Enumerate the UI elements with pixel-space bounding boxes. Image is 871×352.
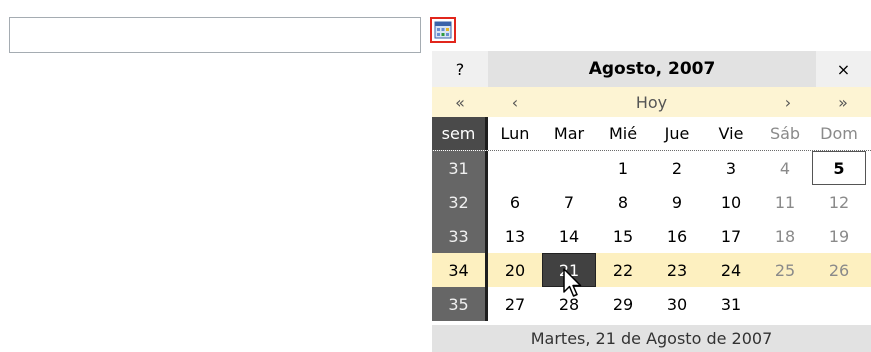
day-cell[interactable]: 19: [812, 219, 866, 253]
help-button[interactable]: ?: [432, 51, 488, 87]
day-cell[interactable]: 10: [704, 185, 758, 219]
day-cell[interactable]: 6: [488, 185, 542, 219]
week-row: 32 6 7 8 9 10 11 12: [432, 185, 871, 219]
week-column-header: sem: [432, 117, 488, 150]
day-name: Mar: [553, 124, 585, 143]
day-name: Dom: [820, 124, 858, 143]
day-cell[interactable]: 5: [812, 151, 866, 185]
day-cell[interactable]: 18: [758, 219, 812, 253]
close-button[interactable]: ×: [816, 51, 871, 87]
calendar-title: Agosto, 2007: [488, 51, 816, 87]
calendar-popup: ? Agosto, 2007 × « ‹ Hoy › » sem Lun Mar…: [432, 49, 871, 352]
day-cell[interactable]: 11: [758, 185, 812, 219]
day-cell[interactable]: 31: [704, 287, 758, 321]
day-cell[interactable]: 13: [488, 219, 542, 253]
day-cell[interactable]: 2: [650, 151, 704, 185]
day-cell[interactable]: 28: [542, 287, 596, 321]
week-row: 33 13 14 15 16 17 18 19: [432, 219, 871, 253]
day-cell[interactable]: 21: [542, 253, 596, 287]
calendar-trigger-button[interactable]: [430, 17, 456, 43]
date-input[interactable]: [9, 17, 421, 53]
day-cell[interactable]: 22: [596, 253, 650, 287]
day-name: Mié: [608, 124, 638, 143]
day-name: Sáb: [769, 124, 801, 143]
day-name: Lun: [500, 124, 530, 143]
day-cell[interactable]: 9: [650, 185, 704, 219]
week-row: 34 20 21 22 23 24 25 26: [432, 253, 871, 287]
day-cell[interactable]: 26: [812, 253, 866, 287]
day-cell[interactable]: 7: [542, 185, 596, 219]
day-cell[interactable]: 27: [488, 287, 542, 321]
empty-day-cell: [758, 287, 812, 321]
day-cell[interactable]: 8: [596, 185, 650, 219]
calendar-icon: [434, 21, 452, 39]
next-year-button[interactable]: »: [815, 87, 871, 117]
week-number: 32: [432, 185, 488, 219]
day-cell[interactable]: 1: [596, 151, 650, 185]
day-cell[interactable]: 20: [488, 253, 542, 287]
calendar-nav-bar: « ‹ Hoy › »: [432, 87, 871, 117]
day-cell[interactable]: 12: [812, 185, 866, 219]
day-cell[interactable]: 16: [650, 219, 704, 253]
day-cell[interactable]: 29: [596, 287, 650, 321]
calendar-title-bar: ? Agosto, 2007 ×: [432, 51, 871, 87]
day-cell[interactable]: 17: [704, 219, 758, 253]
empty-day-cell: [812, 287, 866, 321]
day-cell[interactable]: 25: [758, 253, 812, 287]
prev-year-button[interactable]: «: [432, 87, 488, 117]
day-cell[interactable]: 14: [542, 219, 596, 253]
day-cell[interactable]: 15: [596, 219, 650, 253]
week-row: 35 27 28 29 30 31: [432, 287, 871, 321]
empty-day-cell: [488, 151, 542, 185]
day-cell[interactable]: 4: [758, 151, 812, 185]
week-number: 35: [432, 287, 488, 321]
week-number: 31: [432, 151, 488, 185]
prev-month-button[interactable]: ‹: [488, 87, 542, 117]
today-button[interactable]: Hoy: [542, 87, 761, 117]
day-name: Vie: [718, 124, 744, 143]
day-names-row: sem Lun Mar Mié Jue Vie Sáb Dom: [432, 117, 871, 151]
calendar-status-bar: Martes, 21 de Agosto de 2007: [432, 325, 871, 352]
week-row: 31 1 2 3 4 5: [432, 151, 871, 185]
empty-day-cell: [542, 151, 596, 185]
day-cell[interactable]: 24: [704, 253, 758, 287]
day-name: Jue: [664, 124, 690, 143]
week-number: 33: [432, 219, 488, 253]
next-month-button[interactable]: ›: [761, 87, 815, 117]
week-number: 34: [432, 253, 488, 287]
day-cell[interactable]: 30: [650, 287, 704, 321]
day-cell[interactable]: 23: [650, 253, 704, 287]
day-cell[interactable]: 3: [704, 151, 758, 185]
